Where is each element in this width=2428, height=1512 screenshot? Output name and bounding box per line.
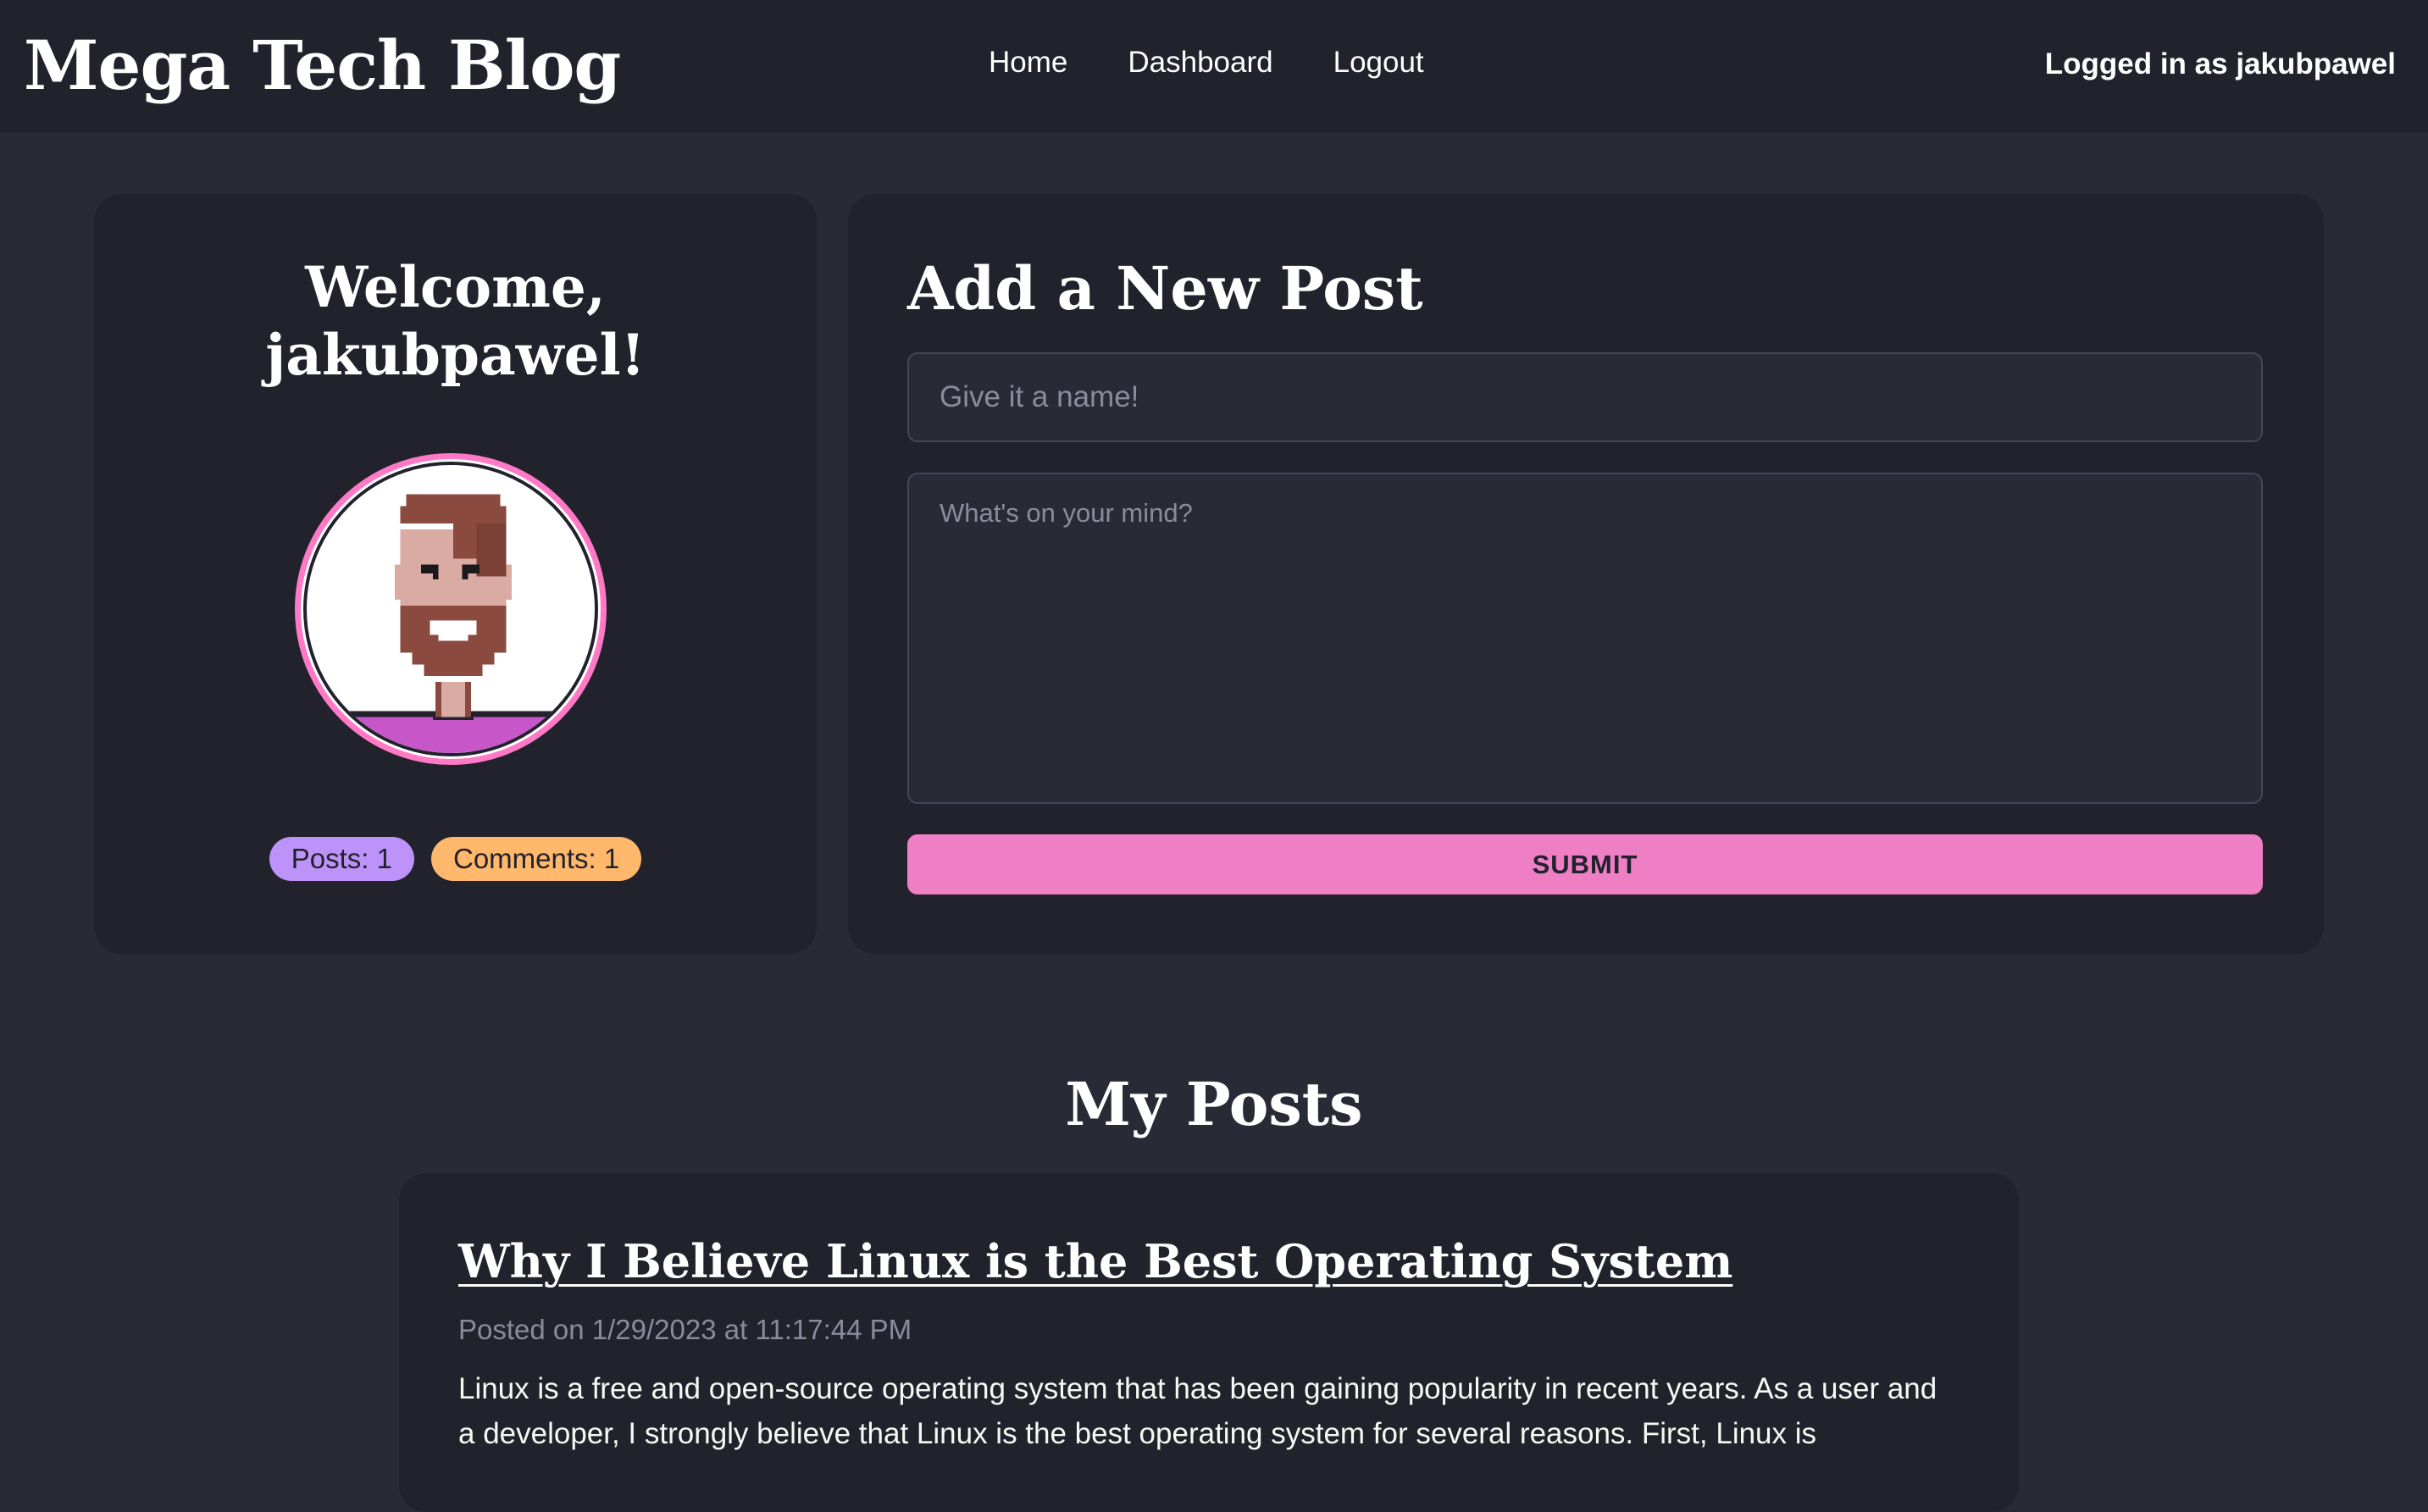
logged-in-status: Logged in as jakubpawel <box>2044 47 2396 80</box>
post-excerpt: Linux is a free and open-source operatin… <box>458 1372 1937 1450</box>
welcome-line-1: Welcome, <box>305 254 606 320</box>
submit-button[interactable]: SUBMIT <box>907 834 2263 894</box>
site-header: Mega Tech Blog Home Dashboard Logout Log… <box>0 0 2428 133</box>
post-card: Why I Believe Linux is the Best Operatin… <box>399 1173 2019 1512</box>
profile-card: Welcome, jakubpawel! Posts: 1 Comments: … <box>94 194 817 954</box>
nav-logout-link[interactable]: Logout <box>1333 37 1424 88</box>
posts-count-badge: Posts: 1 <box>269 837 414 881</box>
post-timestamp: Posted on 1/29/2023 at 11:17:44 PM <box>458 1314 912 1345</box>
post-title-input[interactable] <box>907 352 2263 442</box>
welcome-line-2: jakubpawel! <box>265 322 646 388</box>
post-title-link[interactable]: Why I Believe Linux is the Best Operatin… <box>458 1231 1732 1292</box>
nav-dashboard-link[interactable]: Dashboard <box>1128 37 1272 88</box>
site-brand[interactable]: Mega Tech Blog <box>24 19 621 112</box>
new-post-heading: Add a New Post <box>907 253 1423 324</box>
new-post-card: Add a New Post SUBMIT <box>848 194 2324 954</box>
my-posts-heading: My Posts <box>1065 1069 1363 1139</box>
main-nav: Home Dashboard Logout <box>989 37 1484 88</box>
avatar <box>295 453 607 765</box>
nav-home-link[interactable]: Home <box>989 37 1067 88</box>
post-body-textarea[interactable] <box>907 473 2263 804</box>
comments-count-badge: Comments: 1 <box>431 837 642 881</box>
pixel-avatar-icon <box>303 462 598 756</box>
stats-badges: Posts: 1 Comments: 1 <box>94 837 817 881</box>
welcome-heading: Welcome, jakubpawel! <box>94 253 817 389</box>
